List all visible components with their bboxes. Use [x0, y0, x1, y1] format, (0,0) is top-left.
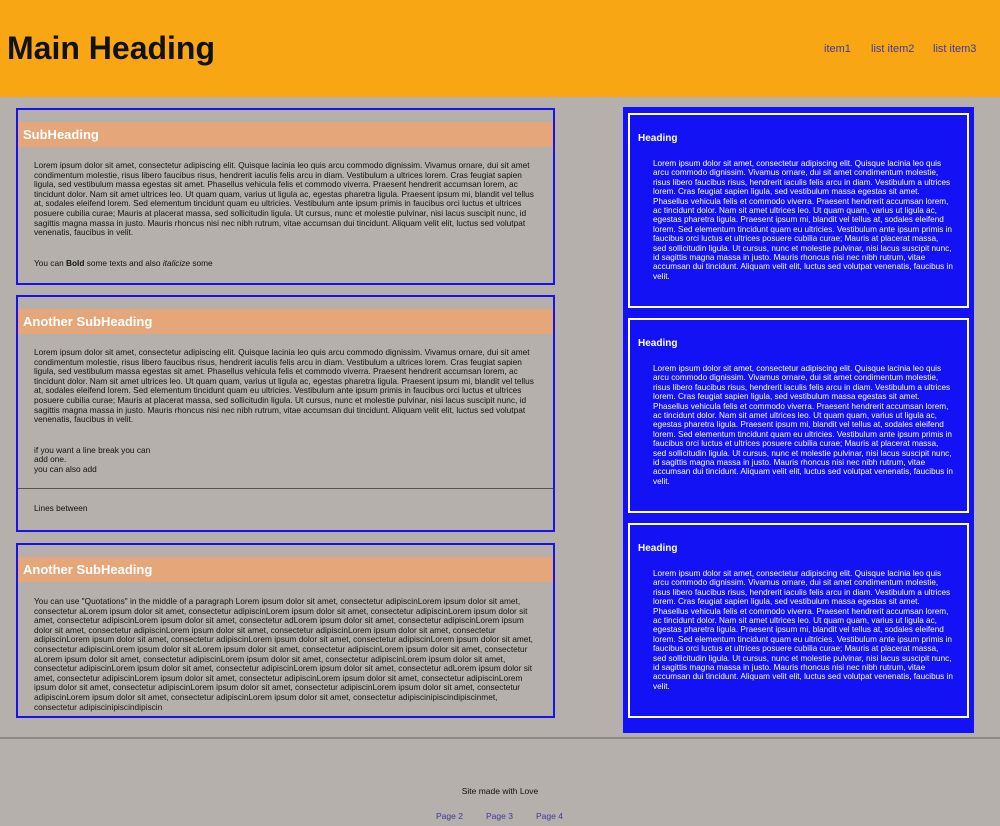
- formatting-mid: some texts and also: [84, 257, 163, 268]
- sidebar-card-paragraph: Lorem ipsum dolor sit amet, consectetur …: [653, 364, 953, 486]
- sidebar-card-heading: Heading: [638, 543, 678, 554]
- footer-link-page-2[interactable]: Page 2: [436, 811, 463, 821]
- nav-list-item2-link[interactable]: list item2: [871, 43, 914, 55]
- nav-list-item3-link[interactable]: list item3: [933, 43, 976, 55]
- card-paragraph: Lorem ipsum dolor sit amet, consectetur …: [34, 347, 534, 425]
- content-card-2: Another SubHeading Lorem ipsum dolor sit…: [16, 295, 555, 532]
- break-line: if you want a line break you can: [34, 444, 151, 455]
- card-paragraph: You can use "Quotations" in the middle o…: [34, 596, 533, 712]
- site-header: Main Heading item1 list item2 list item3: [0, 0, 1000, 97]
- sidebar-card-paragraph: Lorem ipsum dolor sit amet, consectetur …: [653, 159, 953, 281]
- bold-word: Bold: [66, 257, 85, 268]
- italic-word: italicize: [162, 257, 191, 268]
- lines-between-text: Lines between: [34, 502, 88, 513]
- divider: [18, 487, 553, 489]
- line-break-text: if you want a line break you can add one…: [18, 444, 553, 475]
- footer-link-page-3[interactable]: Page 3: [486, 811, 513, 821]
- formatting-line: You can Bold some texts and also italici…: [18, 257, 553, 269]
- card-subheading: Another SubHeading: [18, 557, 553, 582]
- formatting-suffix: some: [190, 257, 213, 268]
- content-card-3: Another SubHeading You can use "Quotatio…: [16, 543, 555, 718]
- card-subheading: Another SubHeading: [18, 309, 553, 334]
- sidebar-card-heading: Heading: [638, 338, 678, 349]
- nav-item1-link[interactable]: item1: [824, 43, 851, 55]
- sidebar-card-heading: Heading: [638, 133, 678, 144]
- sidebar: Heading Lorem ipsum dolor sit amet, cons…: [623, 107, 974, 733]
- footer-link-page-4[interactable]: Page 4: [536, 811, 563, 821]
- page-title: Main Heading: [7, 30, 216, 66]
- sidebar-card-2: Heading Lorem ipsum dolor sit amet, cons…: [628, 318, 969, 513]
- footer-divider: [0, 737, 1000, 739]
- break-line: you can also add: [34, 463, 97, 474]
- sidebar-card-1: Heading Lorem ipsum dolor sit amet, cons…: [628, 113, 969, 308]
- sidebar-card-paragraph: Lorem ipsum dolor sit amet, consectetur …: [653, 569, 953, 691]
- card-paragraph: Lorem ipsum dolor sit amet, consectetur …: [34, 160, 534, 238]
- formatting-prefix: You can: [34, 257, 66, 268]
- footer-text: Site made with Love: [461, 786, 539, 796]
- sidebar-card-3: Heading Lorem ipsum dolor sit amet, cons…: [628, 523, 969, 718]
- card-subheading: SubHeading: [18, 122, 553, 147]
- break-line: add one.: [34, 454, 67, 465]
- content-card-1: SubHeading Lorem ipsum dolor sit amet, c…: [16, 108, 555, 285]
